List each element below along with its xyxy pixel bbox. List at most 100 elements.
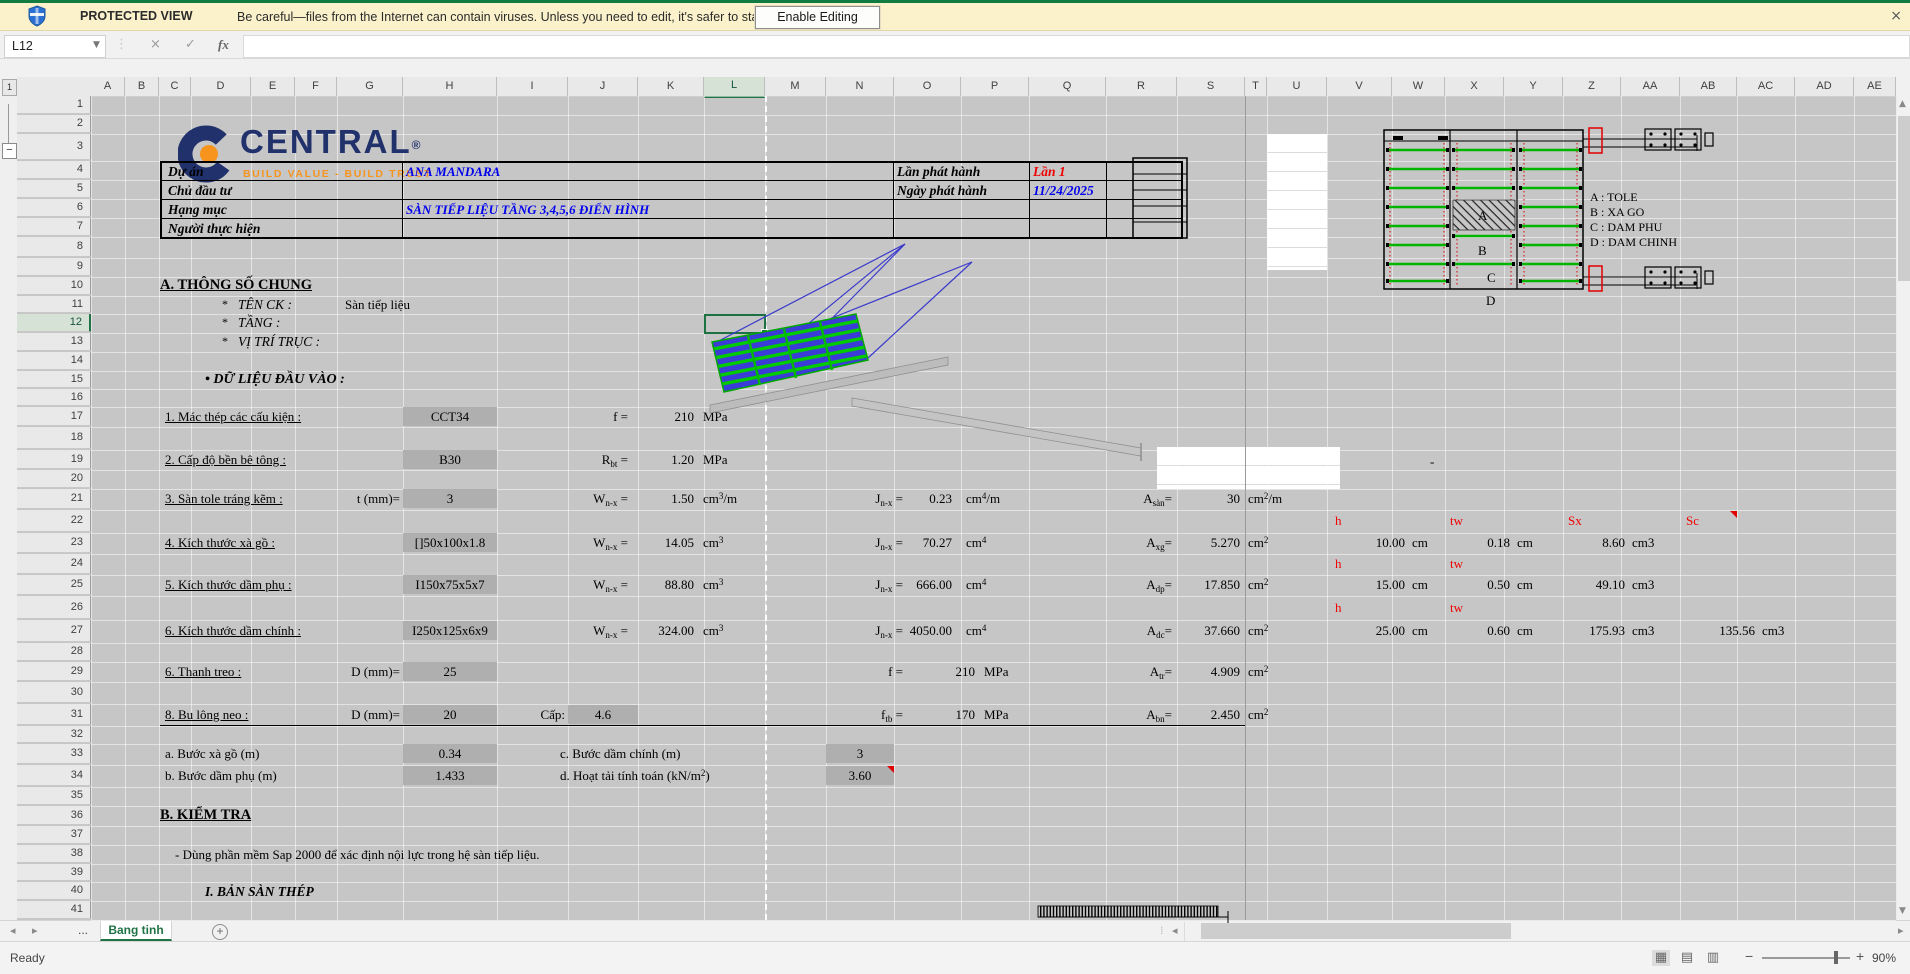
page-layout-view-icon[interactable]: ▤ bbox=[1678, 950, 1696, 966]
row-header-7[interactable]: 7 bbox=[17, 218, 91, 236]
quantity-value[interactable]: 210 bbox=[956, 662, 976, 681]
add-sheet-button[interactable]: + bbox=[212, 924, 228, 940]
page-break-view-icon[interactable]: ▥ bbox=[1704, 950, 1722, 966]
row-header-40[interactable]: 40 bbox=[17, 882, 91, 900]
info-value[interactable]: SÀN TIẾP LIỆU TẦNG 3,4,5,6 ĐIỂN HÌNH bbox=[406, 200, 649, 219]
tab-bang-tinh[interactable]: Bang tinh bbox=[100, 921, 172, 941]
spec-input[interactable]: B30 bbox=[403, 450, 497, 469]
aux-value[interactable]: 8.60 bbox=[1602, 533, 1625, 552]
row-header-14[interactable]: 14 bbox=[17, 352, 91, 370]
column-header-J[interactable]: J bbox=[568, 77, 638, 97]
spec-input[interactable]: 25 bbox=[403, 662, 497, 681]
row-header-29[interactable]: 29 bbox=[17, 662, 91, 681]
column-header-X[interactable]: X bbox=[1445, 77, 1504, 97]
zoom-percentage[interactable]: 90% bbox=[1872, 951, 1896, 965]
quantity-value[interactable]: 666.00 bbox=[916, 575, 952, 594]
outline-level-1-button[interactable]: 1 bbox=[2, 79, 17, 96]
zoom-in-button[interactable]: + bbox=[1856, 948, 1864, 964]
row-header-27[interactable]: 27 bbox=[17, 620, 91, 642]
close-icon[interactable]: × bbox=[1890, 8, 1902, 24]
column-header-G[interactable]: G bbox=[337, 77, 403, 97]
hscroll-left-icon[interactable]: ◂ bbox=[1172, 924, 1178, 937]
outline-collapse-button[interactable]: − bbox=[2, 143, 17, 159]
column-header-Y[interactable]: Y bbox=[1504, 77, 1563, 97]
info-value[interactable]: 11/24/2025 bbox=[1033, 181, 1094, 200]
quantity-value[interactable]: 37.660 bbox=[1204, 621, 1240, 640]
column-header-A[interactable]: A bbox=[91, 77, 125, 97]
quantity-value[interactable]: 324.00 bbox=[658, 621, 694, 640]
row-header-19[interactable]: 19 bbox=[17, 450, 91, 469]
quantity-value[interactable]: 70.27 bbox=[923, 533, 952, 552]
column-header-D[interactable]: D bbox=[191, 77, 251, 97]
aux-value[interactable]: 0.18 bbox=[1487, 533, 1510, 552]
column-header-M[interactable]: M bbox=[765, 77, 826, 97]
column-header-B[interactable]: B bbox=[125, 77, 159, 97]
row-header-32[interactable]: 32 bbox=[17, 726, 91, 743]
quantity-value[interactable]: 4.909 bbox=[1211, 662, 1240, 681]
spec-input[interactable]: []50x100x1.8 bbox=[403, 533, 497, 552]
aux-value[interactable]: 25.00 bbox=[1376, 621, 1405, 640]
aux-value[interactable]: 15.00 bbox=[1376, 575, 1405, 594]
column-header-U[interactable]: U bbox=[1267, 77, 1327, 97]
enable-editing-button[interactable]: Enable Editing bbox=[755, 6, 880, 29]
column-header-W[interactable]: W bbox=[1392, 77, 1445, 97]
column-header-P[interactable]: P bbox=[961, 77, 1029, 97]
quantity-value[interactable]: 210 bbox=[675, 407, 695, 426]
row-header-1[interactable]: 1 bbox=[17, 96, 91, 114]
info-value[interactable]: Lần 1 bbox=[1033, 162, 1066, 181]
scroll-up-icon[interactable]: ▲ bbox=[1899, 99, 1906, 109]
spec-input[interactable]: 4.6 bbox=[568, 705, 638, 724]
enter-icon[interactable]: ✓ bbox=[185, 37, 196, 52]
tab-next-icon[interactable]: ▸ bbox=[32, 924, 38, 937]
field-value[interactable]: Sàn tiếp liệu bbox=[345, 295, 410, 314]
spec-input[interactable]: 3 bbox=[403, 489, 497, 508]
row-header-8[interactable]: 8 bbox=[17, 237, 91, 257]
aux-value[interactable]: 175.93 bbox=[1589, 621, 1625, 640]
column-header-AC[interactable]: AC bbox=[1737, 77, 1795, 97]
quantity-value[interactable]: 1.20 bbox=[671, 450, 694, 469]
row-header-12[interactable]: 12 bbox=[17, 314, 91, 332]
row-header-2[interactable]: 2 bbox=[17, 115, 91, 133]
row-header-23[interactable]: 23 bbox=[17, 533, 91, 553]
row-header-25[interactable]: 25 bbox=[17, 575, 91, 595]
column-header-Q[interactable]: Q bbox=[1029, 77, 1106, 97]
column-header-AD[interactable]: AD bbox=[1795, 77, 1854, 97]
row-header-26[interactable]: 26 bbox=[17, 596, 91, 619]
row-header-24[interactable]: 24 bbox=[17, 554, 91, 574]
row-header-15[interactable]: 15 bbox=[17, 371, 91, 388]
column-header-C[interactable]: C bbox=[159, 77, 191, 97]
row-header-20[interactable]: 20 bbox=[17, 470, 91, 488]
row-header-4[interactable]: 4 bbox=[17, 161, 91, 179]
quantity-value[interactable]: 88.80 bbox=[665, 575, 694, 594]
column-header-F[interactable]: F bbox=[295, 77, 337, 97]
selection-fill-handle[interactable] bbox=[761, 329, 768, 336]
quantity-value[interactable]: 30 bbox=[1227, 489, 1240, 508]
name-box[interactable]: L12 ▼ bbox=[4, 35, 106, 58]
cancel-icon[interactable]: × bbox=[150, 37, 161, 52]
aux-value[interactable]: 0.60 bbox=[1487, 621, 1510, 640]
spec-input[interactable]: I250x125x6x9 bbox=[403, 621, 497, 640]
row-header-5[interactable]: 5 bbox=[17, 180, 91, 198]
column-header-T[interactable]: T bbox=[1245, 77, 1267, 97]
row-header-10[interactable]: 10 bbox=[17, 277, 91, 295]
row-header-34[interactable]: 34 bbox=[17, 765, 91, 786]
row-header-28[interactable]: 28 bbox=[17, 643, 91, 661]
insert-function-icon[interactable]: fx bbox=[218, 37, 229, 53]
column-header-R[interactable]: R bbox=[1106, 77, 1177, 97]
column-header-L[interactable]: L bbox=[704, 77, 765, 98]
tab-overflow[interactable]: ... bbox=[78, 923, 88, 937]
row-header-31[interactable]: 31 bbox=[17, 704, 91, 725]
spec-input[interactable]: CCT34 bbox=[403, 407, 497, 426]
formula-input[interactable] bbox=[243, 35, 1910, 58]
aux-value[interactable]: 10.00 bbox=[1376, 533, 1405, 552]
vertical-scroll-thumb[interactable] bbox=[1898, 116, 1910, 281]
row-header-3[interactable]: 3 bbox=[17, 134, 91, 160]
row-header-9[interactable]: 9 bbox=[17, 258, 91, 276]
row-header-17[interactable]: 17 bbox=[17, 407, 91, 426]
tab-prev-icon[interactable]: ◂ bbox=[10, 924, 16, 937]
column-header-E[interactable]: E bbox=[251, 77, 295, 97]
row-header-22[interactable]: 22 bbox=[17, 510, 91, 532]
quantity-value[interactable]: 14.05 bbox=[665, 533, 694, 552]
row-header-35[interactable]: 35 bbox=[17, 787, 91, 805]
row-header-21[interactable]: 21 bbox=[17, 489, 91, 509]
